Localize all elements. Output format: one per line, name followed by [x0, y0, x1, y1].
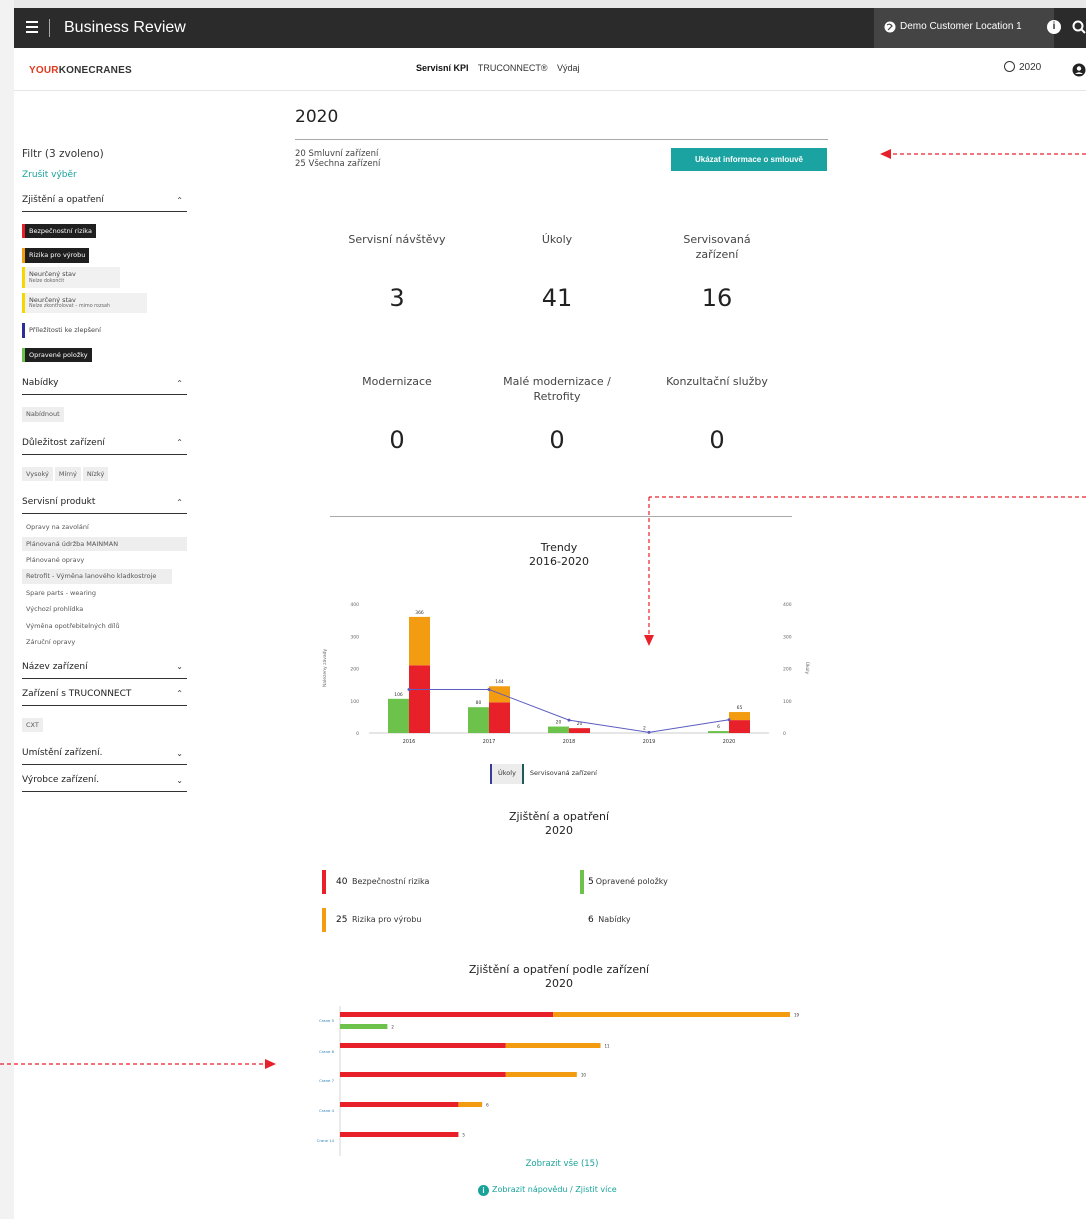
arrowhead — [880, 149, 891, 159]
arrowhead — [265, 1059, 276, 1069]
annotation-arrows — [0, 149, 1086, 1069]
arrowhead — [644, 635, 654, 646]
